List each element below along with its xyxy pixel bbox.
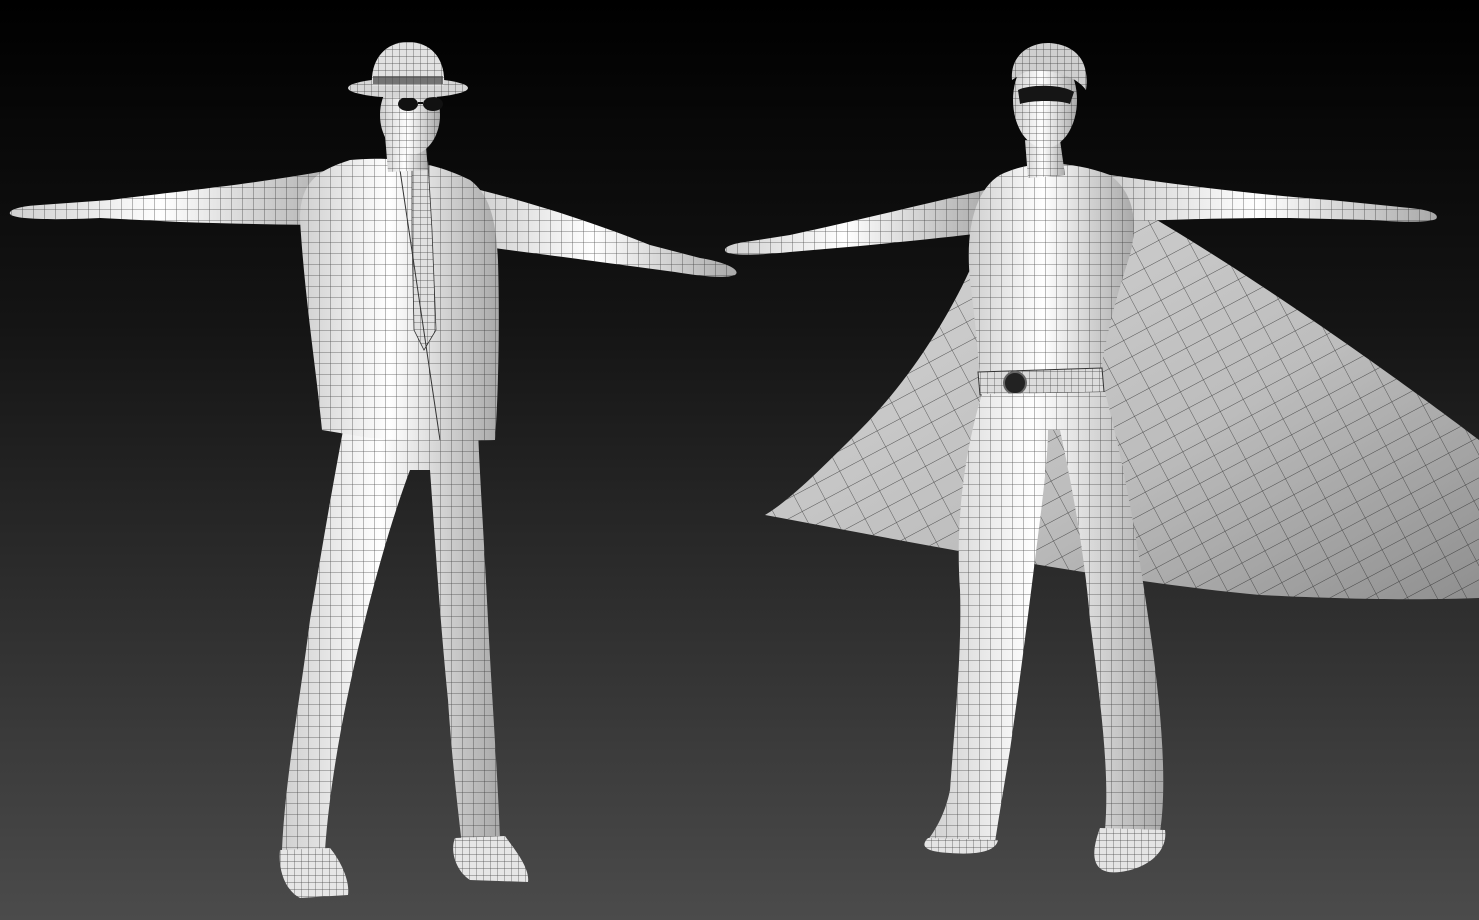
belt-buckle	[1003, 371, 1027, 395]
viewport-3d-render	[0, 0, 1479, 920]
belt	[977, 367, 1105, 396]
suit-jacket	[300, 158, 499, 443]
